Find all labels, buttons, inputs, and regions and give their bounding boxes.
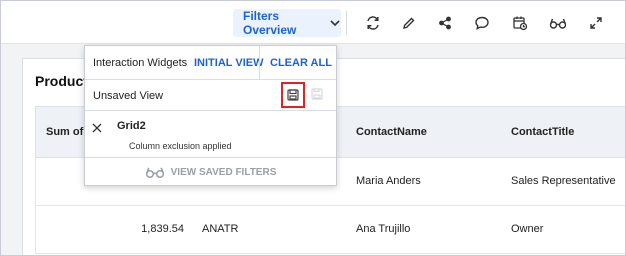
- comment-icon[interactable]: [471, 12, 493, 34]
- save-icon: [287, 89, 299, 101]
- chevron-down-icon: [329, 17, 341, 29]
- view-saved-filters-button[interactable]: VIEW SAVED FILTERS: [85, 158, 336, 186]
- initial-view-link[interactable]: INITIAL VIEW: [194, 57, 263, 69]
- unsaved-view-row: Unsaved View: [85, 80, 336, 111]
- cell-customer-id: ANATR: [202, 223, 239, 235]
- interaction-widgets-label: Interaction Widgets: [93, 57, 188, 69]
- schedule-icon[interactable]: [509, 12, 531, 34]
- clear-all-link[interactable]: CLEAR ALL: [270, 57, 332, 69]
- filters-overview-button[interactable]: Filters Overview: [233, 9, 341, 37]
- header-divider: [259, 46, 260, 80]
- edit-icon[interactable]: [398, 12, 420, 34]
- view-saved-filters-label: VIEW SAVED FILTERS: [170, 166, 277, 178]
- view-icon[interactable]: [547, 12, 569, 34]
- share-icon[interactable]: [434, 12, 456, 34]
- save-view-button[interactable]: [281, 82, 305, 108]
- expand-icon[interactable]: [585, 12, 607, 34]
- popup-header: Interaction Widgets INITIAL VIEW CLEAR A…: [85, 46, 336, 80]
- save-as-icon[interactable]: [311, 87, 327, 103]
- column-header[interactable]: ContactTitle: [511, 126, 574, 138]
- filter-widget-name: Grid2: [117, 120, 146, 132]
- table-row[interactable]: 1,839.54 ANATR Ana Trujillo Owner: [35, 206, 626, 254]
- filters-overview-label: Filters Overview: [243, 9, 297, 37]
- unsaved-view-label: Unsaved View: [93, 90, 164, 102]
- glasses-icon: [145, 167, 164, 179]
- column-header[interactable]: ContactName: [356, 126, 427, 138]
- widget-title: Product: [35, 73, 88, 89]
- close-icon[interactable]: [91, 121, 105, 135]
- cell-sum: 1,839.54: [141, 223, 184, 235]
- applied-filter-item: Grid2 Column exclusion applied: [85, 111, 336, 158]
- cell-contact-title: Owner: [511, 223, 544, 235]
- cell-contact-title: Sales Representative: [511, 175, 616, 187]
- cell-contact-name: Ana Trujillo: [356, 223, 411, 235]
- toolbar-divider: [346, 11, 347, 35]
- top-toolbar: Filters Overview: [1, 1, 625, 44]
- filters-overview-popup: Interaction Widgets INITIAL VIEW CLEAR A…: [84, 45, 337, 186]
- filter-description: Column exclusion applied: [129, 141, 232, 151]
- refresh-icon[interactable]: [362, 12, 384, 34]
- cell-contact-name: Maria Anders: [356, 175, 421, 187]
